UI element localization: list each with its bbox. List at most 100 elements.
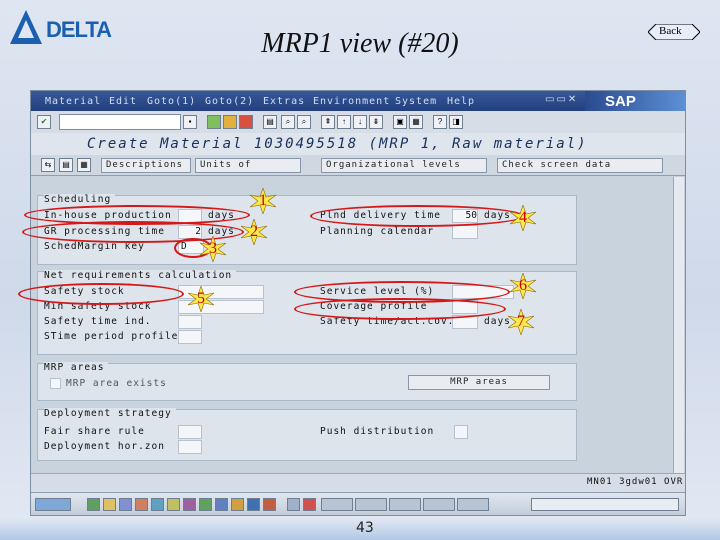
standard-toolbar: ✔ ▪ ▤ ⌕ ⌕ ⇞ ↑ ↓ ⇟ ▣ ▦ ? ◨ xyxy=(31,111,685,134)
shortcut-icon[interactable]: ▦ xyxy=(409,115,423,129)
marker-2: 2 xyxy=(241,219,267,245)
menu-material[interactable]: Material xyxy=(45,96,101,107)
taskbar-app-icon[interactable] xyxy=(199,498,212,511)
new-session-icon[interactable]: ▣ xyxy=(393,115,407,129)
fair-share-field[interactable] xyxy=(178,425,202,439)
highlight-oval xyxy=(18,283,184,305)
taskbar-window[interactable] xyxy=(423,498,455,511)
taskbar-window[interactable] xyxy=(389,498,421,511)
marker-1: 1 xyxy=(250,188,276,214)
save-icon[interactable]: ▪ xyxy=(183,115,197,129)
prev-page-icon[interactable]: ↑ xyxy=(337,115,351,129)
cancel-icon[interactable] xyxy=(239,115,253,129)
taskbar-app-icon[interactable] xyxy=(215,498,228,511)
taskbar-app-icon[interactable] xyxy=(87,498,100,511)
marker-4: 4 xyxy=(510,205,536,231)
stime-period-field[interactable] xyxy=(178,330,202,344)
exit-icon[interactable] xyxy=(223,115,237,129)
taskbar-app-icon[interactable] xyxy=(151,498,164,511)
vertical-scrollbar[interactable] xyxy=(673,177,684,473)
taskbar-app-icon[interactable] xyxy=(303,498,316,511)
deployment-group: Deployment strategy Fair share rule Depl… xyxy=(37,408,577,461)
mrp-areas-group: MRP areas MRP area exists MRP areas xyxy=(37,362,577,401)
taskbar-window[interactable] xyxy=(457,498,489,511)
help-icon[interactable]: ? xyxy=(433,115,447,129)
marker-label: 1 xyxy=(259,192,267,209)
deployment-horizon-label: Deployment hor.zon xyxy=(44,441,165,452)
start-button[interactable] xyxy=(35,498,71,511)
highlight-oval xyxy=(294,298,506,320)
sap-logo-text: SAP xyxy=(605,93,636,110)
additional-data-icon[interactable]: ▤ xyxy=(59,158,73,172)
check-screen-data-button[interactable]: Check screen data xyxy=(497,158,663,173)
taskbar-app-icon[interactable] xyxy=(263,498,276,511)
marker-label: 6 xyxy=(519,277,527,294)
planning-calendar-label: Planning calendar xyxy=(320,226,435,237)
status-bar: MN01 3gdw01 OVR xyxy=(31,473,685,492)
taskbar-app-icon[interactable] xyxy=(183,498,196,511)
menu-edit[interactable]: Edit xyxy=(109,96,137,107)
layout-icon[interactable]: ◨ xyxy=(449,115,463,129)
menu-goto1[interactable]: Goto(1) xyxy=(147,96,196,107)
deployment-horizon-field[interactable] xyxy=(178,440,202,454)
group-title: MRP areas xyxy=(44,362,109,373)
print-icon[interactable]: ▤ xyxy=(263,115,277,129)
taskbar-window[interactable] xyxy=(321,498,353,511)
marker-3: 3 xyxy=(200,236,226,262)
system-tray xyxy=(531,498,679,511)
marker-label: 7 xyxy=(517,313,525,330)
next-page-icon[interactable]: ↓ xyxy=(353,115,367,129)
menu-help[interactable]: Help xyxy=(447,96,475,107)
windows-taskbar xyxy=(31,492,685,515)
taskbar-app-icon[interactable] xyxy=(167,498,180,511)
safety-time-ind-field[interactable] xyxy=(178,315,202,329)
menu-goto2[interactable]: Goto(2) xyxy=(205,96,254,107)
safety-time-unit: days xyxy=(484,316,511,327)
command-field[interactable] xyxy=(59,114,181,130)
org-icon[interactable]: ▦ xyxy=(77,158,91,172)
enter-icon[interactable]: ✔ xyxy=(37,115,51,129)
back-icon[interactable] xyxy=(207,115,221,129)
group-title: Deployment strategy xyxy=(44,408,176,419)
mrp-area-label: MRP area exists xyxy=(66,378,167,389)
first-page-icon[interactable]: ⇞ xyxy=(321,115,335,129)
find-next-icon[interactable]: ⌕ xyxy=(297,115,311,129)
window-controls[interactable]: ▭▭✕ xyxy=(545,94,578,105)
find-icon[interactable]: ⌕ xyxy=(281,115,295,129)
marker-6: 6 xyxy=(510,273,536,299)
menu-extras[interactable]: Extras xyxy=(263,96,305,107)
units-of-measure-button[interactable]: Units of measure xyxy=(195,158,301,173)
fair-share-label: Fair share rule xyxy=(44,426,145,437)
safety-time-ind-label: Safety time ind. xyxy=(44,316,152,327)
group-title: Net requirements calculation xyxy=(44,270,237,281)
taskbar-app-icon[interactable] xyxy=(231,498,244,511)
marker-label: 2 xyxy=(250,223,258,240)
taskbar-app-icon[interactable] xyxy=(287,498,300,511)
marker-label: 3 xyxy=(209,240,217,257)
taskbar-app-icon[interactable] xyxy=(103,498,116,511)
taskbar-window[interactable] xyxy=(355,498,387,511)
application-toolbar: ⇆ ▤ ▦ Descriptions Units of measure Orga… xyxy=(31,155,685,176)
other-material-icon[interactable]: ⇆ xyxy=(41,158,55,172)
taskbar-app-icon[interactable] xyxy=(247,498,260,511)
planning-calendar-field[interactable] xyxy=(452,225,478,239)
push-distribution-label: Push distribution xyxy=(320,426,435,437)
mrp-areas-button[interactable]: MRP areas xyxy=(408,375,550,390)
page-number: 43 xyxy=(356,520,374,536)
back-label: Back xyxy=(659,25,682,37)
taskbar-app-icon[interactable] xyxy=(119,498,132,511)
last-page-icon[interactable]: ⇟ xyxy=(369,115,383,129)
slide-title: MRP1 view (#20) xyxy=(261,28,459,59)
group-title: Scheduling xyxy=(44,194,116,205)
push-distribution-field[interactable] xyxy=(454,425,468,439)
mrp-area-checkbox[interactable] xyxy=(50,378,61,389)
window-title: Create Material 1030495518 (MRP 1, Raw m… xyxy=(87,136,588,152)
organizational-levels-button[interactable]: Organizational levels xyxy=(321,158,487,173)
menu-system[interactable]: System xyxy=(395,96,437,107)
marker-label: 5 xyxy=(197,290,205,307)
taskbar-app-icon[interactable] xyxy=(135,498,148,511)
descriptions-button[interactable]: Descriptions xyxy=(101,158,191,173)
menu-environment[interactable]: Environment xyxy=(313,96,390,107)
menu-bar: Material Edit Goto(1) Goto(2) Extras Env… xyxy=(31,91,685,111)
marker-7: 7 xyxy=(508,309,534,335)
